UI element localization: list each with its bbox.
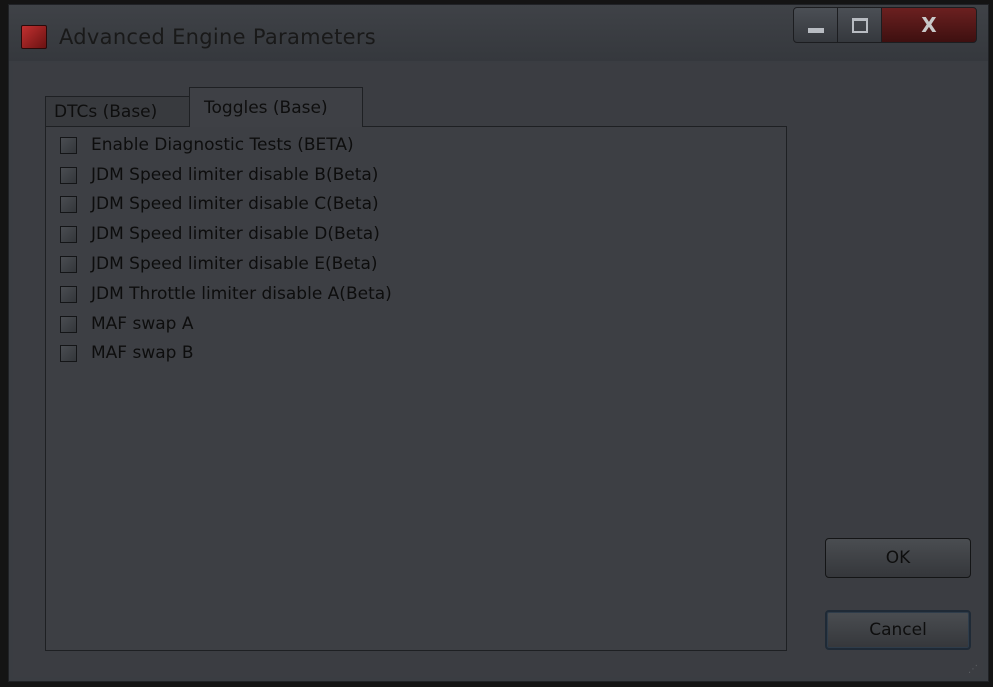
checkbox[interactable] — [60, 344, 77, 362]
toggle-maf-swap-a[interactable]: MAF swap A — [60, 312, 193, 336]
dialog-window: Advanced Engine Parameters X DTCs (Base)… — [8, 4, 989, 682]
checkbox[interactable] — [60, 315, 77, 333]
toggle-label: JDM Speed limiter disable D(Beta) — [91, 224, 380, 244]
tab-toggles-base[interactable]: Toggles (Base) — [189, 87, 363, 127]
checkbox[interactable] — [60, 166, 77, 184]
checkbox[interactable] — [60, 195, 77, 213]
close-button[interactable]: X — [881, 7, 977, 43]
checkbox[interactable] — [60, 285, 77, 303]
ok-button[interactable]: OK — [825, 538, 971, 578]
close-icon: X — [921, 13, 937, 37]
window-title: Advanced Engine Parameters — [59, 25, 377, 49]
toggle-label: JDM Speed limiter disable B(Beta) — [91, 165, 379, 185]
toggle-label: Enable Diagnostic Tests (BETA) — [91, 135, 354, 155]
toggle-jdm-speed-limiter-c[interactable]: JDM Speed limiter disable C(Beta) — [60, 192, 379, 216]
toggle-jdm-speed-limiter-b[interactable]: JDM Speed limiter disable B(Beta) — [60, 163, 378, 187]
resize-grip-icon[interactable]: ⋰ — [968, 664, 979, 675]
toggle-jdm-speed-limiter-e[interactable]: JDM Speed limiter disable E(Beta) — [60, 252, 378, 276]
toggle-jdm-throttle-limiter-a[interactable]: JDM Throttle limiter disable A(Beta) — [60, 282, 392, 306]
toggle-label: JDM Throttle limiter disable A(Beta) — [91, 284, 392, 304]
tab-dtcs-base[interactable]: DTCs (Base) — [45, 96, 193, 126]
cancel-button[interactable]: Cancel — [825, 610, 971, 650]
app-icon — [21, 25, 47, 49]
maximize-icon — [851, 17, 868, 33]
checkbox[interactable] — [60, 255, 77, 273]
minimize-button[interactable] — [793, 7, 838, 43]
title-bar[interactable]: Advanced Engine Parameters X — [9, 5, 988, 61]
toggle-jdm-speed-limiter-d[interactable]: JDM Speed limiter disable D(Beta) — [60, 222, 380, 246]
minimize-icon — [807, 27, 824, 33]
toggle-label: JDM Speed limiter disable C(Beta) — [91, 194, 379, 214]
toggle-maf-swap-b[interactable]: MAF swap B — [60, 341, 194, 365]
toggle-label: JDM Speed limiter disable E(Beta) — [91, 254, 378, 274]
toggles-panel: Enable Diagnostic Tests (BETA) JDM Speed… — [45, 126, 787, 651]
maximize-button[interactable] — [837, 7, 882, 43]
toggle-label: MAF swap A — [91, 314, 194, 334]
toggle-label: MAF swap B — [91, 343, 194, 363]
checkbox[interactable] — [60, 136, 77, 154]
dialog-client-area: DTCs (Base) Toggles (Base) Enable Diagno… — [13, 63, 983, 677]
toggle-enable-diagnostic-tests[interactable]: Enable Diagnostic Tests (BETA) — [60, 133, 354, 157]
checkbox[interactable] — [60, 225, 77, 243]
